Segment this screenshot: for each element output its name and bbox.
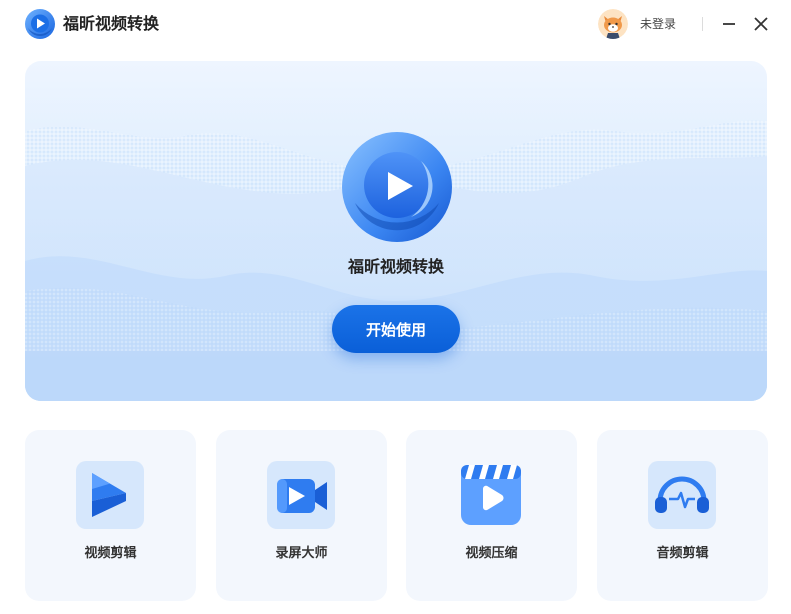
tool-card-video-edit[interactable]: 视频剪辑 <box>25 430 196 601</box>
tool-card-screen-record[interactable]: 录屏大师 <box>216 430 387 601</box>
close-icon[interactable] <box>751 14 771 34</box>
video-edit-icon <box>76 461 144 529</box>
tool-label: 音频剪辑 <box>656 546 709 561</box>
app-title: 福昕视频转换 <box>63 14 160 33</box>
tool-label: 录屏大师 <box>275 546 328 561</box>
hero-title: 福昕视频转换 <box>347 257 444 276</box>
start-button[interactable]: 开始使用 <box>332 305 460 353</box>
login-status[interactable]: 未登录 <box>640 15 676 33</box>
tool-label: 视频压缩 <box>465 546 518 561</box>
tool-label: 视频剪辑 <box>84 546 137 561</box>
video-compress-icon <box>457 461 525 529</box>
app-window: 福昕视频转换 未登录 福昕视频转换 开始使用 视频剪辑 录屏大师 视频压缩 音频… <box>0 0 791 614</box>
audio-edit-icon <box>648 461 716 529</box>
titlebar-divider <box>702 17 703 31</box>
hero-banner: 福昕视频转换 开始使用 <box>25 61 767 401</box>
avatar[interactable] <box>598 9 628 39</box>
tool-card-video-compress[interactable]: 视频压缩 <box>406 430 577 601</box>
minimize-icon[interactable] <box>719 14 739 34</box>
tool-card-audio-edit[interactable]: 音频剪辑 <box>597 430 768 601</box>
app-logo-icon <box>25 9 55 39</box>
fox-avatar-icon <box>598 9 628 39</box>
screen-record-icon <box>267 461 335 529</box>
hero-logo-icon <box>342 132 452 242</box>
title-bar: 福昕视频转换 未登录 <box>0 0 791 48</box>
